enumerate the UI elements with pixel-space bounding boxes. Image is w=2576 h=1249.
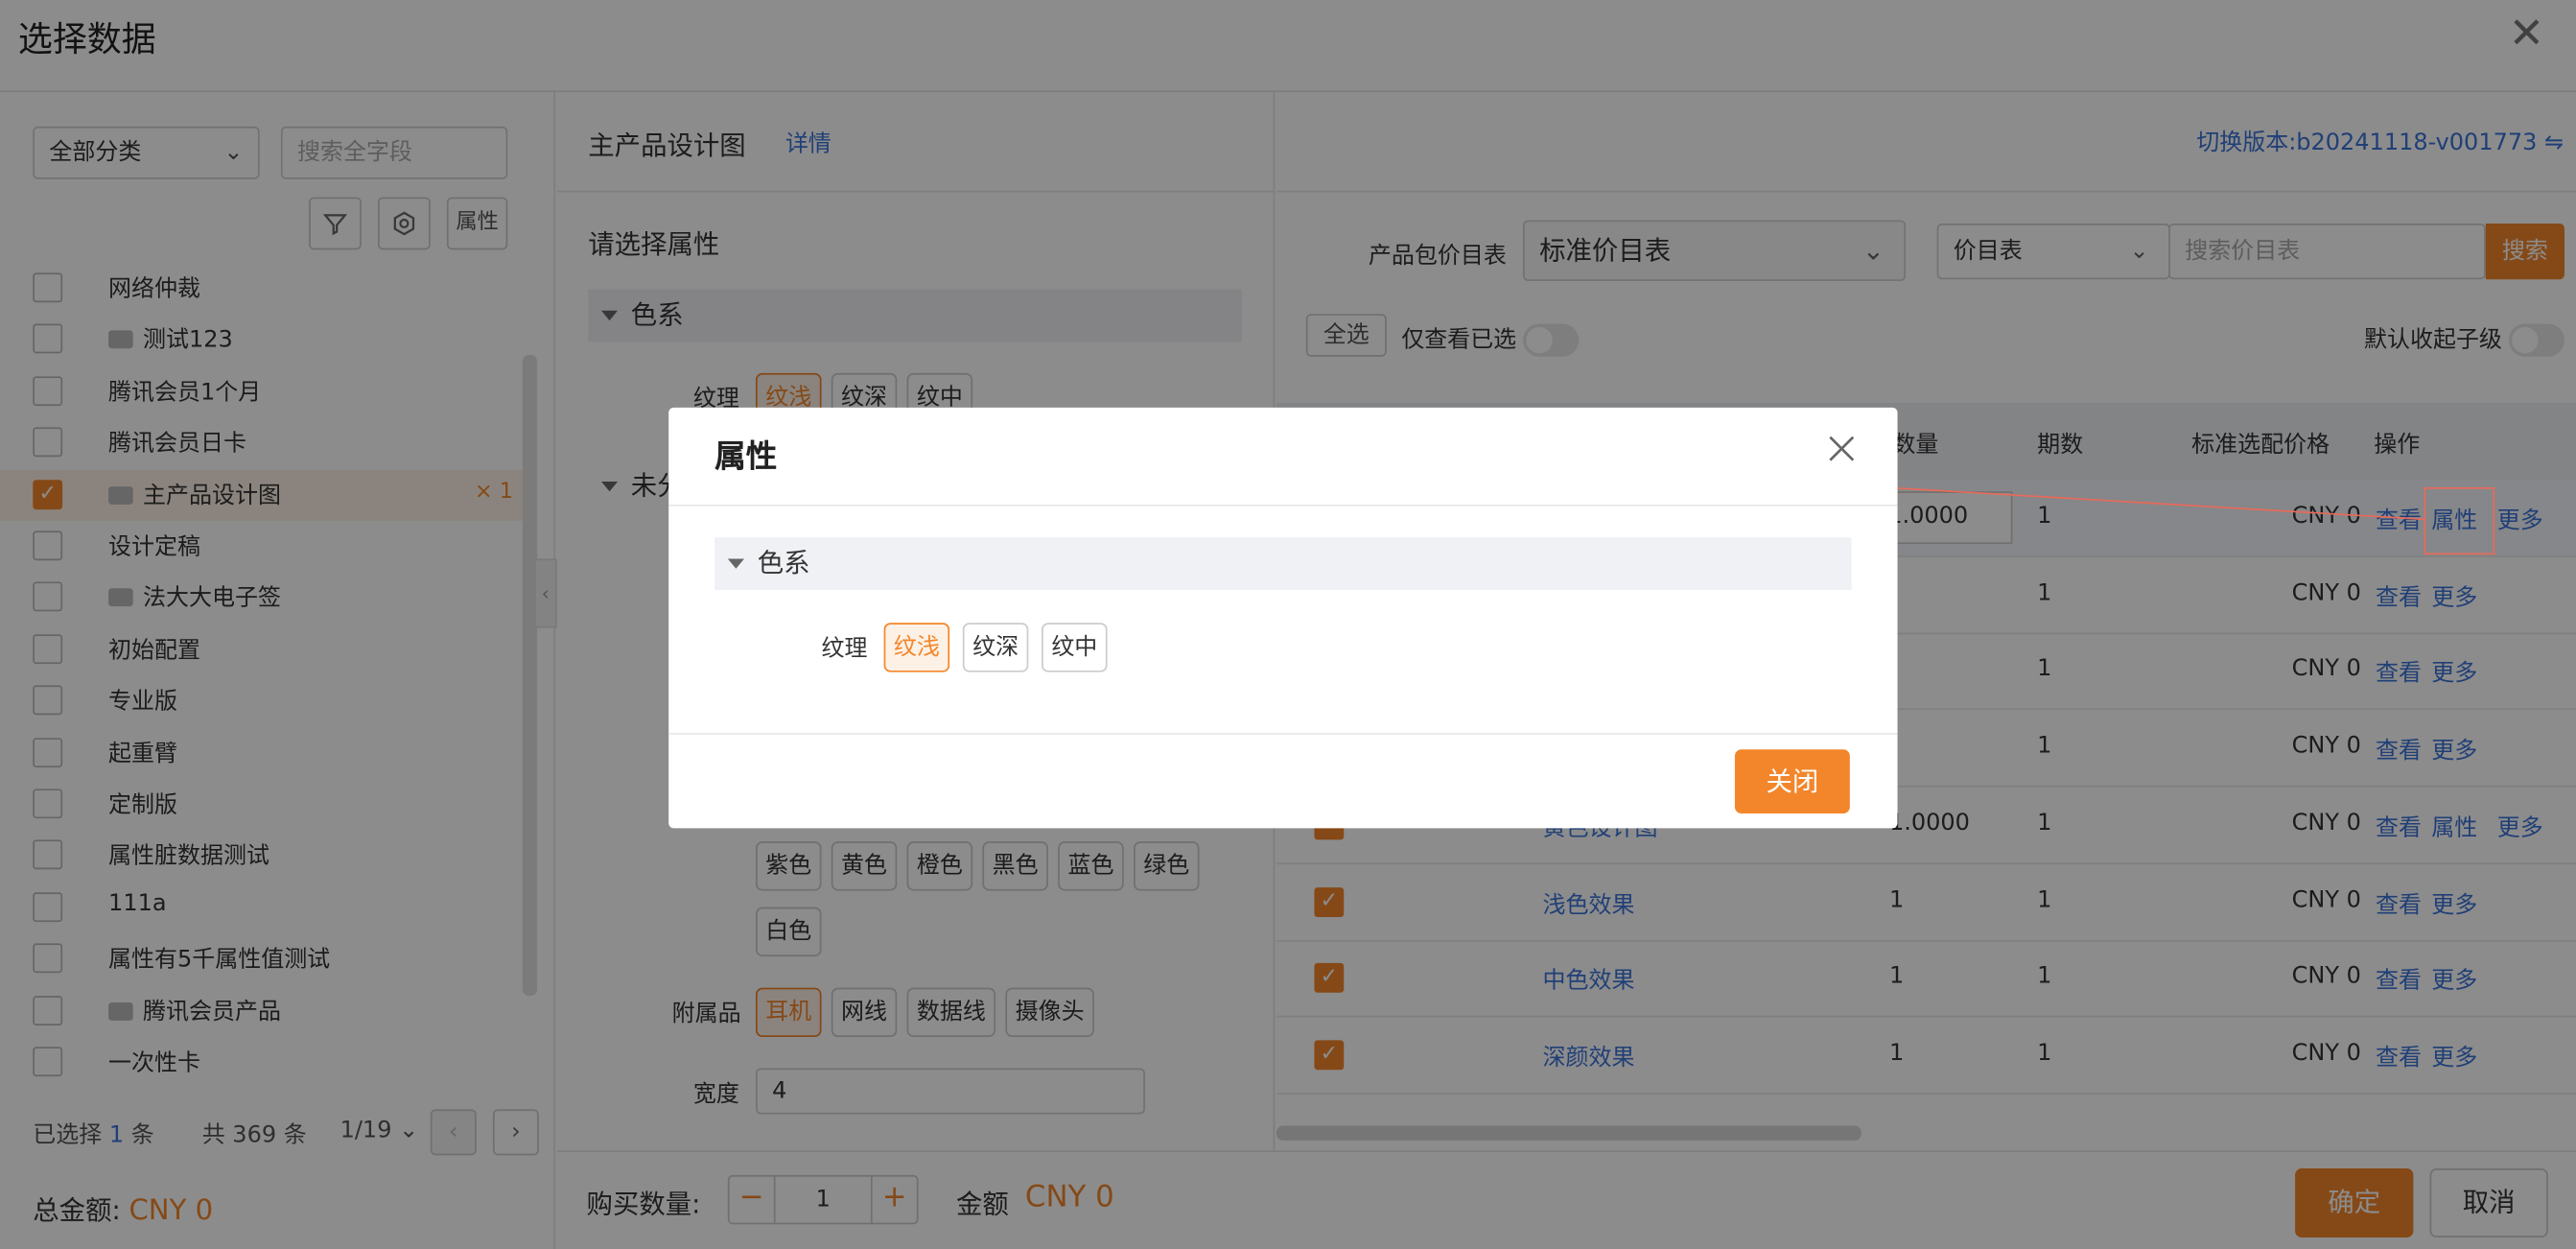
modal-footer-divider	[668, 733, 1898, 735]
modal-close-button[interactable]: 关闭	[1734, 749, 1850, 814]
modal-group-color[interactable]: 色系	[714, 537, 1852, 591]
modal-texture-options: 纹浅 纹深 纹中	[883, 623, 1117, 672]
modal-group-label: 色系	[757, 547, 810, 579]
modal-texture-option[interactable]: 纹深	[962, 623, 1029, 672]
modal-field-label: 纹理	[821, 635, 868, 663]
select-data-dialog: 选择数据 ✕ 全部分类 ⌄ 搜索全字段 属性 网络仲裁 测试123 腾讯会员1个月腾…	[0, 0, 2576, 1249]
caret-down-icon	[727, 558, 744, 569]
close-icon[interactable]	[1825, 433, 1858, 472]
modal-header: 属性	[668, 408, 1898, 507]
attribute-modal: 属性 色系 纹理 纹浅 纹深 纹中 关闭	[668, 407, 1898, 829]
modal-title: 属性	[714, 438, 778, 476]
modal-texture-option[interactable]: 纹浅	[883, 623, 950, 672]
modal-texture-option[interactable]: 纹中	[1042, 623, 1108, 672]
